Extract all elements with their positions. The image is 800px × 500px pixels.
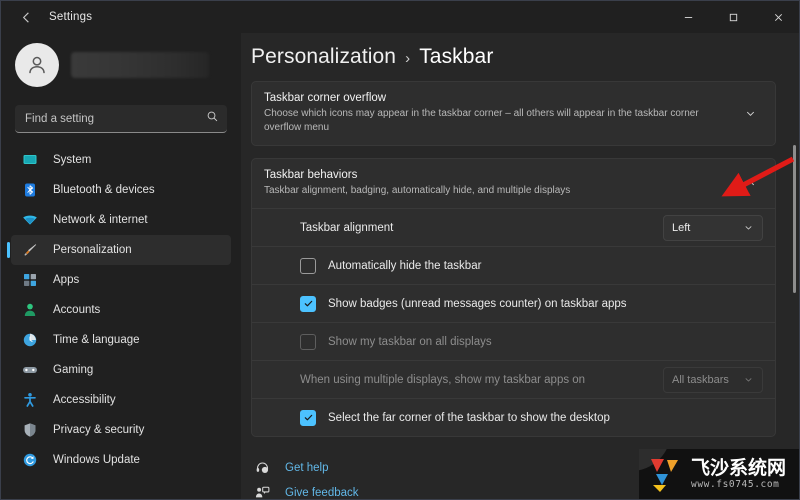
search-box[interactable]	[15, 105, 227, 133]
search-input[interactable]	[15, 105, 227, 132]
search-icon	[206, 110, 219, 128]
wifi-icon	[21, 211, 39, 229]
sidebar-item-label: Bluetooth & devices	[53, 184, 155, 196]
chevron-up-icon[interactable]	[737, 170, 763, 196]
paintbrush-icon	[21, 241, 39, 259]
sidebar-item-label: Personalization	[53, 244, 132, 256]
update-icon	[21, 451, 39, 469]
sidebar-item-gaming[interactable]: Gaming	[11, 355, 231, 385]
card-taskbar-behaviors: Taskbar behaviors Taskbar alignment, bad…	[251, 158, 776, 437]
watermark: 飞沙系统网 www.fs0745.com	[639, 449, 799, 499]
sidebar-item-accounts[interactable]: Accounts	[11, 295, 231, 325]
scrollbar-thumb[interactable]	[793, 145, 796, 293]
card-subtitle: Choose which icons may appear in the tas…	[264, 108, 699, 133]
page-title: Taskbar	[419, 45, 494, 68]
row-taskbar-alignment: Taskbar alignment Left	[252, 208, 775, 246]
multiple-displays-value: All taskbars	[672, 373, 729, 386]
sidebar-item-bluetooth-devices[interactable]: Bluetooth & devices	[11, 175, 231, 205]
show-taskbar-all-displays-checkbox	[300, 333, 316, 350]
sidebar-item-privacy-security[interactable]: Privacy & security	[11, 415, 231, 445]
system-icon	[21, 151, 39, 169]
sidebar-item-label: Network & internet	[53, 214, 148, 226]
show-badges-checkbox[interactable]	[300, 295, 316, 312]
get-help-label: Get help	[285, 461, 329, 474]
multiple-displays-dropdown: All taskbars	[663, 366, 763, 393]
settings-window: Settings Find a setting System Bluetooth…	[0, 0, 800, 500]
show-badges-label: Show badges (unread messages counter) on…	[328, 297, 627, 310]
watermark-logo-icon	[647, 455, 687, 493]
sidebar-nav: System Bluetooth & devices Network & int…	[1, 145, 241, 475]
content-scrollbar[interactable]	[789, 33, 799, 499]
sidebar-item-label: Accounts	[53, 304, 101, 316]
breadcrumb: Personalization › Taskbar	[251, 45, 799, 69]
select-far-corner-label: Select the far corner of the taskbar to …	[328, 411, 610, 424]
sidebar-item-label: Accessibility	[53, 394, 116, 406]
row-automatically-hide-taskbar[interactable]: Automatically hide the taskbar	[252, 246, 775, 284]
row-select-far-corner[interactable]: Select the far corner of the taskbar to …	[252, 398, 775, 436]
row-show-taskbar-all-displays: Show my taskbar on all displays	[252, 322, 775, 360]
card-taskbar-corner-overflow: Taskbar corner overflow Choose which ico…	[251, 81, 776, 146]
sidebar-item-personalization[interactable]: Personalization	[7, 235, 231, 265]
accounts-icon	[21, 301, 39, 319]
apps-icon	[21, 271, 39, 289]
chevron-down-icon	[743, 374, 754, 385]
chevron-down-icon[interactable]	[737, 100, 763, 126]
card-title: Taskbar corner overflow	[264, 92, 387, 104]
sidebar-item-accessibility[interactable]: Accessibility	[11, 385, 231, 415]
card-header-text: Taskbar corner overflow Choose which ico…	[264, 91, 737, 135]
sidebar-item-label: Gaming	[53, 364, 94, 376]
gamepad-icon	[21, 361, 39, 379]
get-help-icon: ?	[253, 459, 271, 477]
card-title: Taskbar behaviors	[264, 169, 358, 181]
multiple-displays-label: When using multiple displays, show my ta…	[300, 373, 586, 386]
automatically-hide-taskbar-checkbox[interactable]	[300, 257, 316, 274]
taskbar-alignment-label: Taskbar alignment	[300, 221, 394, 234]
back-button[interactable]	[9, 2, 43, 32]
maximize-button[interactable]	[711, 1, 756, 33]
taskbar-alignment-value: Left	[672, 221, 691, 234]
card-header-taskbar-behaviors[interactable]: Taskbar behaviors Taskbar alignment, bad…	[252, 159, 775, 208]
user-profile[interactable]	[15, 43, 241, 87]
sidebar-item-label: Windows Update	[53, 454, 140, 466]
row-show-badges[interactable]: Show badges (unread messages counter) on…	[252, 284, 775, 322]
main-content: Personalization › Taskbar Taskbar corner…	[241, 33, 799, 500]
give-feedback-icon	[253, 484, 271, 500]
sidebar-item-label: Apps	[53, 274, 80, 286]
card-subtitle: Taskbar alignment, badging, automaticall…	[264, 185, 571, 196]
minimize-button[interactable]	[666, 1, 711, 33]
sidebar-item-windows-update[interactable]: Windows Update	[11, 445, 231, 475]
watermark-name: 飞沙系统网	[691, 456, 787, 479]
breadcrumb-separator: ›	[405, 50, 411, 67]
taskbar-alignment-dropdown[interactable]: Left	[663, 214, 763, 241]
sidebar-item-label: Time & language	[53, 334, 140, 346]
row-multiple-displays-apps: When using multiple displays, show my ta…	[252, 360, 775, 398]
breadcrumb-parent[interactable]: Personalization	[251, 45, 396, 69]
give-feedback-label: Give feedback	[285, 486, 359, 499]
card-header-text: Taskbar behaviors Taskbar alignment, bad…	[264, 168, 737, 198]
select-far-corner-checkbox[interactable]	[300, 409, 316, 426]
avatar	[15, 43, 59, 87]
show-taskbar-all-displays-label: Show my taskbar on all displays	[328, 335, 492, 348]
sidebar-item-system[interactable]: System	[11, 145, 231, 175]
sidebar-item-network-internet[interactable]: Network & internet	[11, 205, 231, 235]
window-title: Settings	[49, 11, 93, 23]
title-bar: Settings	[1, 1, 799, 33]
watermark-text: 飞沙系统网 www.fs0745.com	[691, 456, 787, 491]
watermark-url: www.fs0745.com	[691, 478, 780, 490]
accessibility-icon	[21, 391, 39, 409]
automatically-hide-taskbar-label: Automatically hide the taskbar	[328, 259, 482, 272]
sidebar: System Bluetooth & devices Network & int…	[1, 33, 241, 499]
sidebar-item-apps[interactable]: Apps	[11, 265, 231, 295]
sidebar-item-time-language[interactable]: Time & language	[11, 325, 231, 355]
taskbar-alignment-dropdown-chevron[interactable]	[743, 222, 754, 233]
close-button[interactable]	[756, 1, 799, 33]
card-header-taskbar-corner-overflow[interactable]: Taskbar corner overflow Choose which ico…	[252, 82, 775, 145]
shield-icon	[21, 421, 39, 439]
account-name-redacted	[71, 52, 209, 78]
sidebar-item-label: System	[53, 154, 92, 166]
bluetooth-icon	[21, 181, 39, 199]
sidebar-item-label: Privacy & security	[53, 424, 145, 436]
window-controls	[666, 1, 799, 33]
clock-icon	[21, 331, 39, 349]
